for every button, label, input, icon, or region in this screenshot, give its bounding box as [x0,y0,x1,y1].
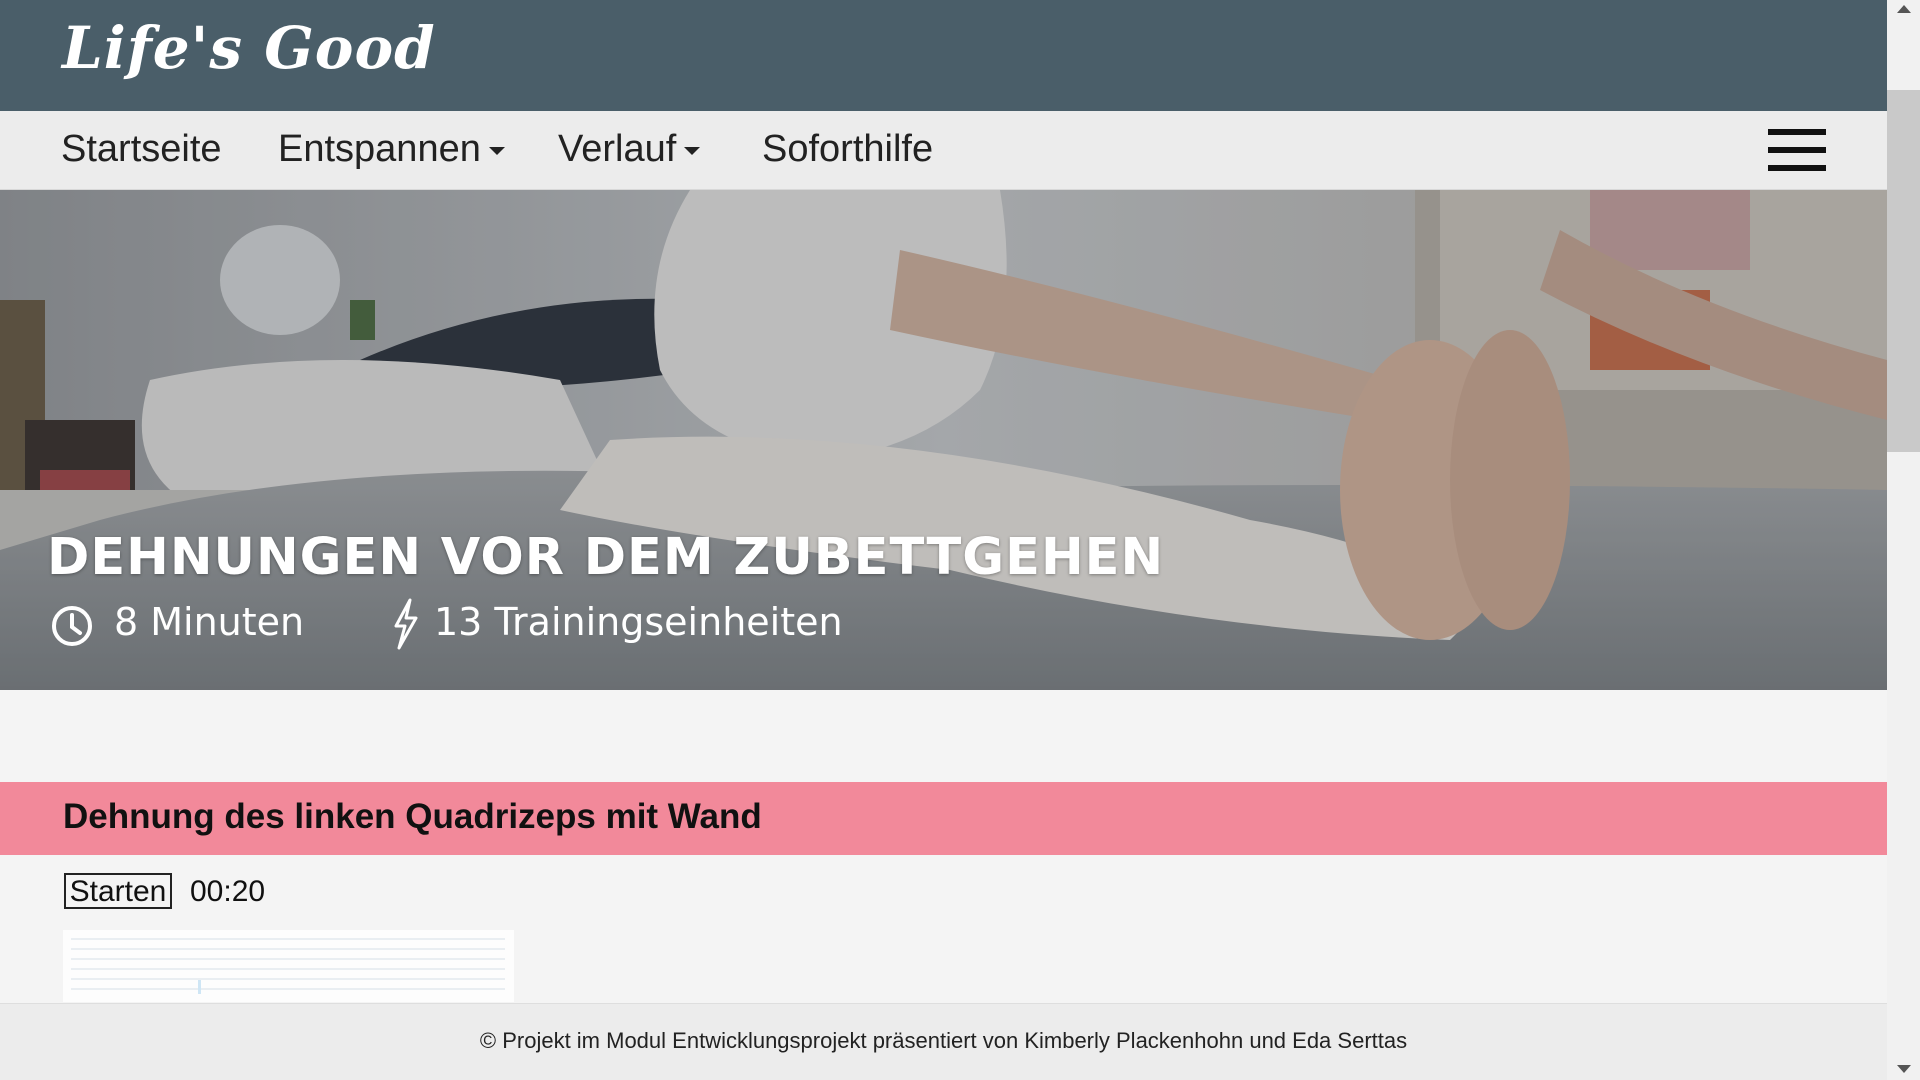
dropdown-caret-icon [684,146,701,155]
scrollbar-thumb[interactable] [1887,90,1920,452]
site-logo[interactable]: Life's Good [62,14,436,82]
footer-text: © Projekt im Modul Entwicklungsprojekt p… [479,1028,1408,1053]
nav-item-label: Startseite [61,128,222,170]
duration-text: 8 Minuten [114,600,305,644]
vertical-scrollbar[interactable] [1887,0,1920,1080]
nav-item-label: Verlauf [558,128,677,170]
exercise-title: Dehnung des linken Quadrizeps mit Wand [63,797,762,836]
scroll-up-arrow-icon[interactable] [1897,5,1911,13]
nav-item-label: Soforthilfe [762,128,934,170]
page: Life's Good Startseite Entspannen Verlau… [0,0,1887,1080]
nav-item-soforthilfe[interactable]: Soforthilfe [762,128,933,171]
main-navigation: Startseite Entspannen Verlauf Soforthilf… [0,111,1887,190]
exercise-timer: 00:20 [190,875,266,908]
exercise-header: Dehnung des linken Quadrizeps mit Wand [0,782,1887,855]
scroll-down-arrow-icon[interactable] [1897,1065,1911,1073]
nav-item-startseite[interactable]: Startseite [61,128,222,171]
hero-title: DEHNUNGEN VOR DEM ZUBETTGEHEN [47,528,1165,587]
start-button[interactable]: Starten [64,873,172,909]
training-units-text: 13 Trainingseinheiten [434,600,843,644]
dropdown-caret-icon [488,146,505,155]
nav-item-verlauf[interactable]: Verlauf [558,128,701,171]
exercise-video-thumbnail[interactable] [63,930,514,1002]
lightning-icon [394,598,418,650]
nav-item-label: Entspannen [278,128,481,170]
clock-icon [52,606,92,646]
hamburger-menu-icon[interactable] [1768,129,1826,173]
hero-banner: DEHNUNGEN VOR DEM ZUBETTGEHEN 8 Minuten … [0,190,1887,690]
brand-header: Life's Good [0,0,1887,111]
nav-item-entspannen[interactable]: Entspannen [278,128,505,171]
page-footer: © Projekt im Modul Entwicklungsprojekt p… [0,1003,1887,1080]
